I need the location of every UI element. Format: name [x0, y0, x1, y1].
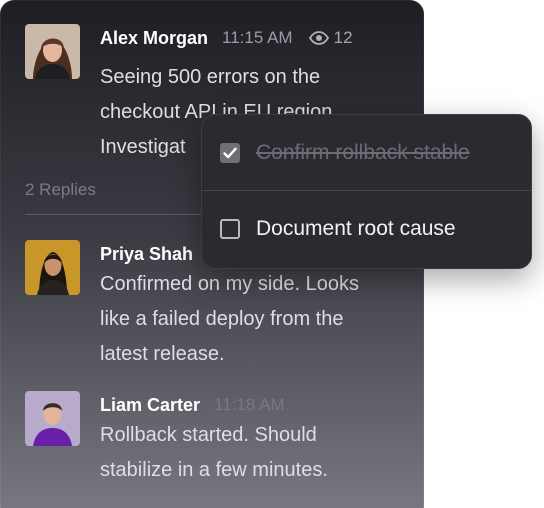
checkbox-unchecked[interactable]	[220, 219, 240, 239]
checklist-popover: Confirm rollback stable Document root ca…	[201, 114, 532, 269]
message-line: stabilize in a few minutes.	[100, 459, 328, 481]
message-line: like a failed deploy from the	[100, 308, 344, 330]
avatar-image	[25, 240, 80, 295]
author-name[interactable]: Liam Carter	[100, 395, 200, 416]
avatar-image	[25, 24, 80, 79]
avatar-liam-carter[interactable]	[25, 391, 80, 446]
checklist-item-confirm-rollback[interactable]: Confirm rollback stable	[220, 133, 513, 173]
timestamp: 11:18 AM	[214, 395, 285, 414]
avatar-priya-shah[interactable]	[25, 240, 80, 295]
checkmark-icon	[223, 147, 237, 159]
author-name[interactable]: Priya Shah	[100, 244, 193, 265]
message-body: Confirmed on my side. Looks like a faile…	[100, 267, 420, 372]
eye-icon	[308, 31, 329, 45]
checkbox-checked[interactable]	[220, 143, 240, 163]
view-count-value: 12	[333, 28, 353, 47]
root-message-header: Alex Morgan 11:15 AM 12	[100, 24, 353, 52]
message-line: Confirmed on my side. Looks	[100, 273, 360, 295]
reply-message[interactable]: Liam Carter 11:18 AM Rollback started. S…	[25, 391, 414, 501]
reply-header: Priya Shah	[100, 240, 207, 268]
author-name[interactable]: Alex Morgan	[100, 28, 208, 49]
checklist-divider	[202, 190, 531, 191]
replies-count[interactable]: 2 Replies	[25, 180, 96, 200]
checklist-item-label: Confirm rollback stable	[256, 141, 470, 164]
view-count: 12	[308, 28, 353, 48]
checklist-item-label: Document root cause	[256, 217, 456, 240]
app-canvas: Alex Morgan 11:15 AM 12 Seeing 500 error…	[0, 0, 544, 508]
checklist-item-document-root-cause[interactable]: Document root cause	[220, 209, 513, 249]
message-line: Seeing 500 errors on the	[100, 66, 321, 88]
avatar-alex-morgan[interactable]	[25, 24, 80, 79]
reply-header: Liam Carter 11:18 AM	[100, 391, 285, 419]
message-body: Rollback started. Should stabilize in a …	[100, 418, 420, 488]
avatar-image	[25, 391, 80, 446]
timestamp: 11:15 AM	[222, 28, 293, 47]
message-line: Rollback started. Should	[100, 424, 317, 446]
message-line: latest release.	[100, 343, 225, 365]
